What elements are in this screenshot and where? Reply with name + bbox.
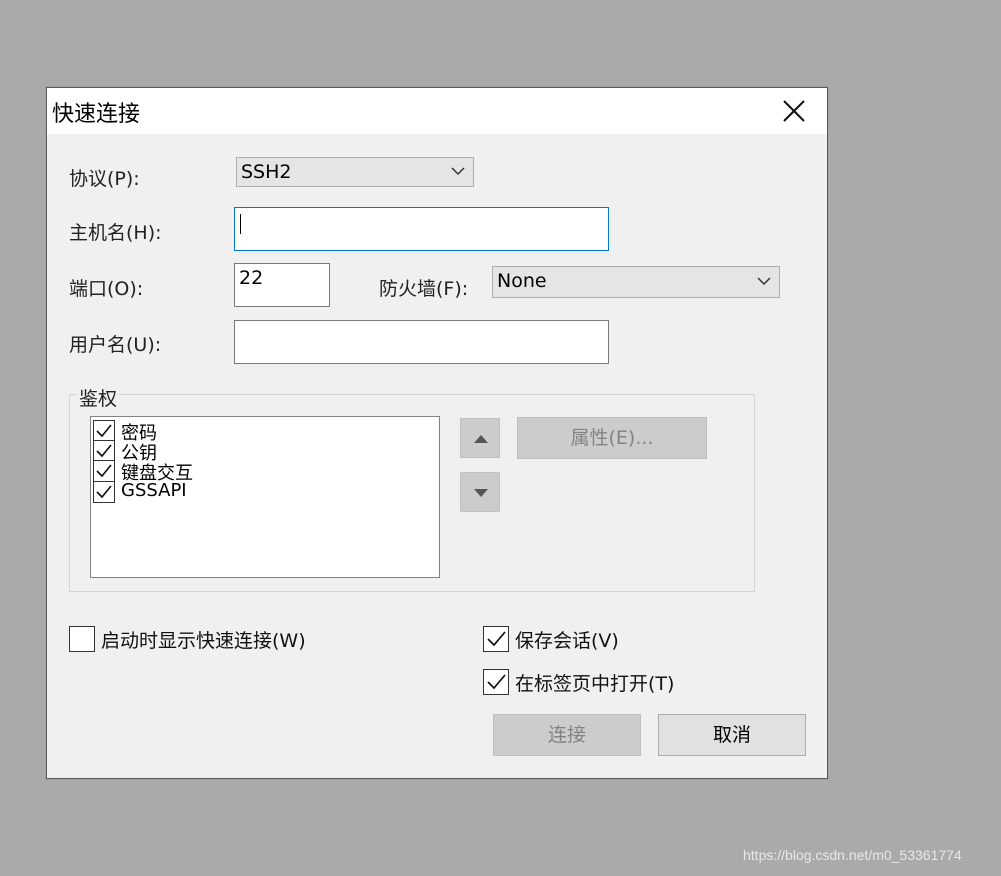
checkmark-icon	[487, 631, 506, 647]
move-down-button[interactable]	[460, 472, 500, 512]
triangle-up-icon	[474, 435, 488, 443]
protocol-value: SSH2	[241, 161, 292, 183]
firewall-select[interactable]: None	[492, 266, 780, 298]
show-on-startup-label: 启动时显示快速连接(W)	[101, 630, 306, 652]
checkmark-icon	[487, 674, 506, 690]
auth-group-title: 鉴权	[77, 384, 120, 411]
hostname-input[interactable]	[234, 207, 609, 251]
auth-method-list[interactable]: 密码 公钥 键盘交互 GSSAPI	[90, 416, 440, 578]
firewall-value: None	[497, 270, 547, 292]
firewall-label: 防火墙(F):	[379, 278, 469, 300]
checkmark-icon	[96, 485, 112, 499]
checkmark-icon	[96, 464, 112, 478]
save-session-checkbox[interactable]	[483, 626, 509, 652]
auth-method-checkbox[interactable]	[93, 481, 115, 503]
connect-button[interactable]: 连接	[493, 714, 641, 756]
port-input[interactable]: 22	[234, 263, 330, 307]
auth-method-checkbox[interactable]	[93, 420, 115, 442]
properties-button[interactable]: 属性(E)...	[517, 417, 707, 459]
title-bar: 快速连接	[47, 88, 827, 134]
protocol-label: 协议(P):	[69, 168, 140, 190]
text-caret	[240, 214, 241, 234]
auth-method-label: GSSAPI	[121, 480, 187, 501]
checkmark-icon	[96, 444, 112, 458]
list-item[interactable]: 密码	[93, 420, 413, 444]
move-up-button[interactable]	[460, 418, 500, 458]
port-label: 端口(O):	[69, 278, 144, 300]
protocol-select[interactable]: SSH2	[236, 157, 474, 187]
watermark-text: https://blog.csdn.net/m0_53361774	[743, 847, 962, 863]
list-item[interactable]: 键盘交互	[93, 460, 413, 484]
list-item[interactable]: 公钥	[93, 440, 413, 464]
auth-method-checkbox[interactable]	[93, 440, 115, 462]
chevron-down-icon	[451, 167, 465, 176]
quick-connect-dialog: 快速连接 协议(P): SSH2 主机名(H): 端口(O): 22 防火墙(F…	[46, 87, 828, 779]
auth-method-checkbox[interactable]	[93, 460, 115, 482]
username-label: 用户名(U):	[69, 334, 162, 356]
cancel-button[interactable]: 取消	[658, 714, 806, 756]
save-session-label: 保存会话(V)	[515, 630, 619, 652]
list-item[interactable]: GSSAPI	[93, 480, 413, 503]
open-in-tab-label: 在标签页中打开(T)	[515, 673, 675, 695]
close-button[interactable]	[761, 88, 827, 134]
close-icon	[783, 100, 805, 122]
open-in-tab-checkbox[interactable]	[483, 669, 509, 695]
port-value: 22	[239, 267, 264, 289]
username-input[interactable]	[234, 320, 609, 364]
hostname-label: 主机名(H):	[69, 222, 162, 244]
triangle-down-icon	[474, 489, 488, 497]
checkmark-icon	[96, 424, 112, 438]
dialog-title: 快速连接	[52, 102, 141, 127]
show-on-startup-checkbox[interactable]	[69, 626, 95, 652]
chevron-down-icon	[757, 277, 771, 286]
